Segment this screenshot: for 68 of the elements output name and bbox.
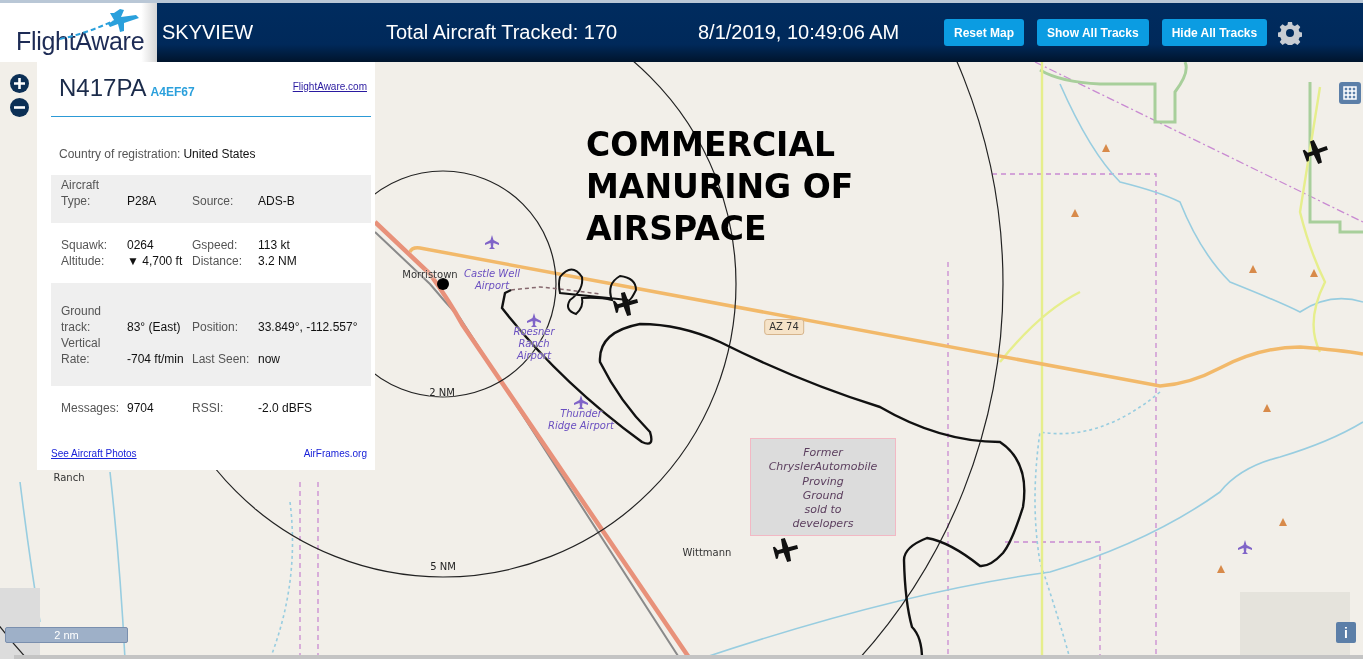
field-value: 0264 [127, 237, 155, 253]
zoom-out-icon[interactable] [10, 98, 29, 117]
field-value: 113 kt [258, 237, 291, 253]
aircraft-icon[interactable] [1302, 140, 1328, 164]
aircraft-photos-link[interactable]: See Aircraft Photos [51, 448, 137, 459]
field-value: 83° (East) [127, 319, 182, 335]
field-label: Altitude: [61, 253, 106, 269]
scale-bar: 2 nm [5, 627, 128, 643]
hex-code-text: A4EF67 [150, 85, 195, 99]
scroll-bar[interactable] [14, 655, 1363, 659]
zoom-in-icon[interactable] [10, 74, 29, 93]
field-value: ADS-B [258, 193, 296, 209]
proving-ground-area: Former ChryslerAutomobile Proving Ground sold to developers [750, 438, 896, 536]
field-label: Vertical Rate: [61, 335, 102, 367]
registration-text: N417PA [59, 74, 147, 102]
peak-icon [1071, 209, 1079, 217]
peak-icon [1310, 269, 1318, 277]
settings-icon[interactable] [1278, 20, 1303, 45]
date-time: 8/1/2019, 10:49:06 AM [698, 21, 901, 44]
field-value: United States [183, 147, 256, 161]
airport-icon [485, 235, 499, 249]
flightaware-link[interactable]: FlightAware.com [292, 81, 367, 92]
peak-icon [1263, 404, 1271, 412]
field-label: Last Seen: [192, 351, 251, 367]
field-value: -704 ft/min [127, 351, 185, 367]
peak-icon [1279, 518, 1287, 526]
app-title: SKYVIEW [162, 21, 255, 44]
field-label: Squawk: [61, 237, 109, 253]
info-button[interactable]: i [1336, 622, 1356, 643]
peak-icon [1217, 565, 1225, 573]
field-value: P28A [127, 193, 158, 209]
peak-icon [1102, 144, 1110, 152]
toolbar-button[interactable]: Reset Map [944, 19, 1025, 46]
field-label: Ground track: [61, 303, 103, 335]
field-value: 3.2 NM [258, 253, 298, 269]
logo-text: FlightAware [16, 27, 145, 56]
airport-icon [1238, 540, 1252, 554]
place-label: Ranch [53, 472, 85, 484]
place-label: Wittmann [682, 547, 732, 559]
toolbar-button[interactable]: Hide All Tracks [1161, 19, 1268, 46]
field-value: ▼ 4,700 ft [127, 253, 184, 269]
grid-icon[interactable] [1339, 82, 1361, 104]
airport-icon [527, 313, 541, 327]
peak-icon [1249, 265, 1257, 273]
field-label: Source: [192, 193, 235, 209]
field-label: Position: [192, 319, 240, 335]
field-label: Distance: [192, 253, 244, 269]
field-label: Aircraft Type: [61, 177, 100, 209]
toolbar-button[interactable]: Show All Tracks [1037, 19, 1149, 46]
field-value: 9704 [127, 400, 155, 416]
aircraft-icon[interactable] [612, 291, 639, 317]
airport-icon [574, 395, 588, 409]
airport-label: Thunder Ridge Airport [548, 408, 614, 432]
airframes-link[interactable]: AirFrames.org [303, 448, 367, 459]
range-ring-label: 5 NM [430, 561, 456, 573]
road-shield: AZ 74 [764, 319, 804, 335]
field-label: Country of registration: [59, 147, 181, 161]
field-label: Gspeed: [192, 237, 239, 253]
field-value: now [258, 351, 281, 367]
airport-label: Castle Well Airport [464, 268, 520, 292]
range-ring-label: 2 NM [429, 387, 455, 399]
field-value: 33.849°, -112.557° [258, 319, 359, 335]
town-dot-icon [437, 278, 449, 290]
aircraft-count: Total Aircraft Tracked: 170 [386, 21, 619, 44]
field-label: Messages: [61, 400, 121, 416]
aircraft-icon[interactable] [772, 537, 799, 563]
field-value: -2.0 dBFS [258, 400, 314, 416]
field-label: RSSI: [192, 400, 225, 416]
